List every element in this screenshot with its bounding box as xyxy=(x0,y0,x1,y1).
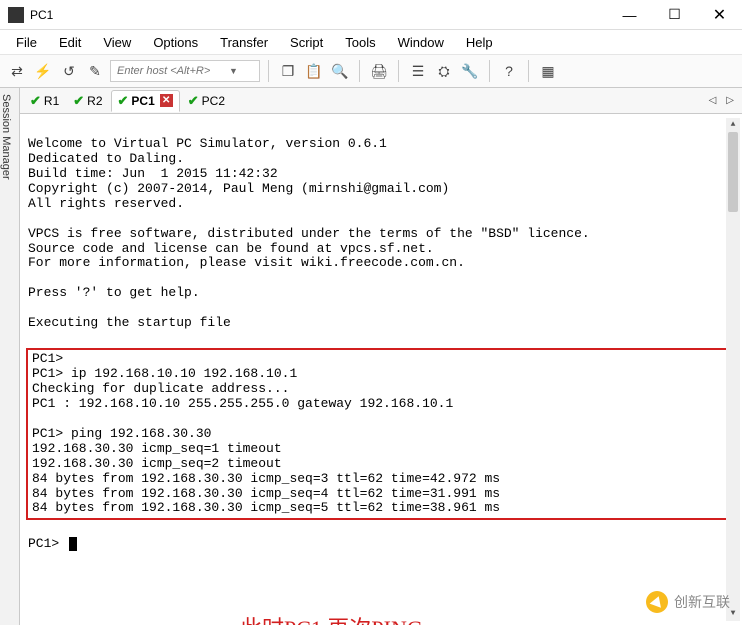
new-tab-icon[interactable]: ▦ xyxy=(537,60,559,82)
session-manager-sidebar[interactable]: Session Manager xyxy=(0,88,20,625)
scroll-up-icon[interactable]: ▲ xyxy=(726,118,740,132)
toolbar: ⇄ ⚡ ↺ ✎ ▼ ❐ 📋 🔍 🖨 ☰ ⛭ 🔧 ? ▦ xyxy=(0,54,742,88)
terminal[interactable]: Welcome to Virtual PC Simulator, version… xyxy=(20,114,742,625)
host-input-wrap[interactable]: ▼ xyxy=(110,60,260,82)
watermark-text: 创新互联 xyxy=(674,592,730,612)
tab-pc1[interactable]: ✔ PC1 ✕ xyxy=(111,90,180,112)
tab-prev-icon[interactable]: ◁ xyxy=(705,95,721,106)
watermark: 创新互联 xyxy=(646,591,730,613)
find-icon[interactable]: 🔍 xyxy=(329,60,351,82)
terminal-intro: Welcome to Virtual PC Simulator, version… xyxy=(28,136,590,330)
menu-script[interactable]: Script xyxy=(280,33,333,52)
menu-window[interactable]: Window xyxy=(388,33,454,52)
terminal-prompt: PC1> xyxy=(28,536,59,551)
host-dropdown-icon[interactable]: ▼ xyxy=(229,66,238,76)
minimize-button[interactable]: — xyxy=(607,0,652,30)
menu-options[interactable]: Options xyxy=(143,33,208,52)
tab-label: R1 xyxy=(44,94,59,108)
keymap-icon[interactable]: 🔧 xyxy=(459,60,481,82)
tab-next-icon[interactable]: ▷ xyxy=(722,95,738,106)
toolbar-separator xyxy=(528,60,529,82)
paste-icon[interactable]: 📋 xyxy=(303,60,325,82)
tab-label: R2 xyxy=(87,94,102,108)
check-icon: ✔ xyxy=(30,93,41,109)
annotation-line1: 此时PC1 再次PING xyxy=(240,614,437,625)
help-icon[interactable]: ? xyxy=(498,60,520,82)
menu-help[interactable]: Help xyxy=(456,33,503,52)
menu-view[interactable]: View xyxy=(93,33,141,52)
window-title: PC1 xyxy=(30,8,53,22)
print-icon[interactable]: 🖨 xyxy=(368,60,390,82)
scrollbar[interactable]: ▲ ▼ xyxy=(726,118,740,621)
toolbar-separator xyxy=(489,60,490,82)
tab-close-icon[interactable]: ✕ xyxy=(160,94,173,107)
menu-transfer[interactable]: Transfer xyxy=(210,33,278,52)
toolbar-separator xyxy=(398,60,399,82)
app-icon xyxy=(8,7,24,23)
sidebar-label: Session Manager xyxy=(0,94,12,180)
toolbar-separator xyxy=(359,60,360,82)
menu-edit[interactable]: Edit xyxy=(49,33,91,52)
menu-tools[interactable]: Tools xyxy=(335,33,385,52)
check-icon: ✔ xyxy=(73,93,84,109)
check-icon: ✔ xyxy=(188,93,199,109)
scroll-thumb[interactable] xyxy=(728,132,738,212)
check-icon: ✔ xyxy=(118,93,129,109)
cursor xyxy=(69,537,77,551)
connect-icon[interactable]: ⇄ xyxy=(6,60,28,82)
options-icon[interactable]: ⛭ xyxy=(433,60,455,82)
tab-r2[interactable]: ✔ R2 xyxy=(67,91,108,111)
close-button[interactable]: ✕ xyxy=(697,0,742,30)
menubar: File Edit View Options Transfer Script T… xyxy=(0,30,742,54)
tab-label: PC1 xyxy=(131,94,154,108)
disconnect-icon[interactable]: ✎ xyxy=(84,60,106,82)
properties-icon[interactable]: ☰ xyxy=(407,60,429,82)
tab-r1[interactable]: ✔ R1 xyxy=(24,91,65,111)
tab-label: PC2 xyxy=(202,94,225,108)
host-input[interactable] xyxy=(115,64,225,78)
annotation: 此时PC1 再次PING PC2 连通成功！！！ xyxy=(240,614,437,625)
maximize-button[interactable]: ☐ xyxy=(652,0,697,30)
toolbar-separator xyxy=(268,60,269,82)
menu-file[interactable]: File xyxy=(6,33,47,52)
tab-pc2[interactable]: ✔ PC2 xyxy=(182,91,231,111)
tabbar: ✔ R1 ✔ R2 ✔ PC1 ✕ ✔ PC2 ◁ ▷ xyxy=(20,88,742,114)
quick-connect-icon[interactable]: ⚡ xyxy=(32,60,54,82)
copy-icon[interactable]: ❐ xyxy=(277,60,299,82)
titlebar: PC1 — ☐ ✕ xyxy=(0,0,742,30)
terminal-box-text: PC1> PC1> ip 192.168.10.10 192.168.10.1 … xyxy=(32,351,500,515)
watermark-logo-icon xyxy=(646,591,668,613)
reconnect-icon[interactable]: ↺ xyxy=(58,60,80,82)
highlighted-output: PC1> PC1> ip 192.168.10.10 192.168.10.1 … xyxy=(26,348,736,520)
